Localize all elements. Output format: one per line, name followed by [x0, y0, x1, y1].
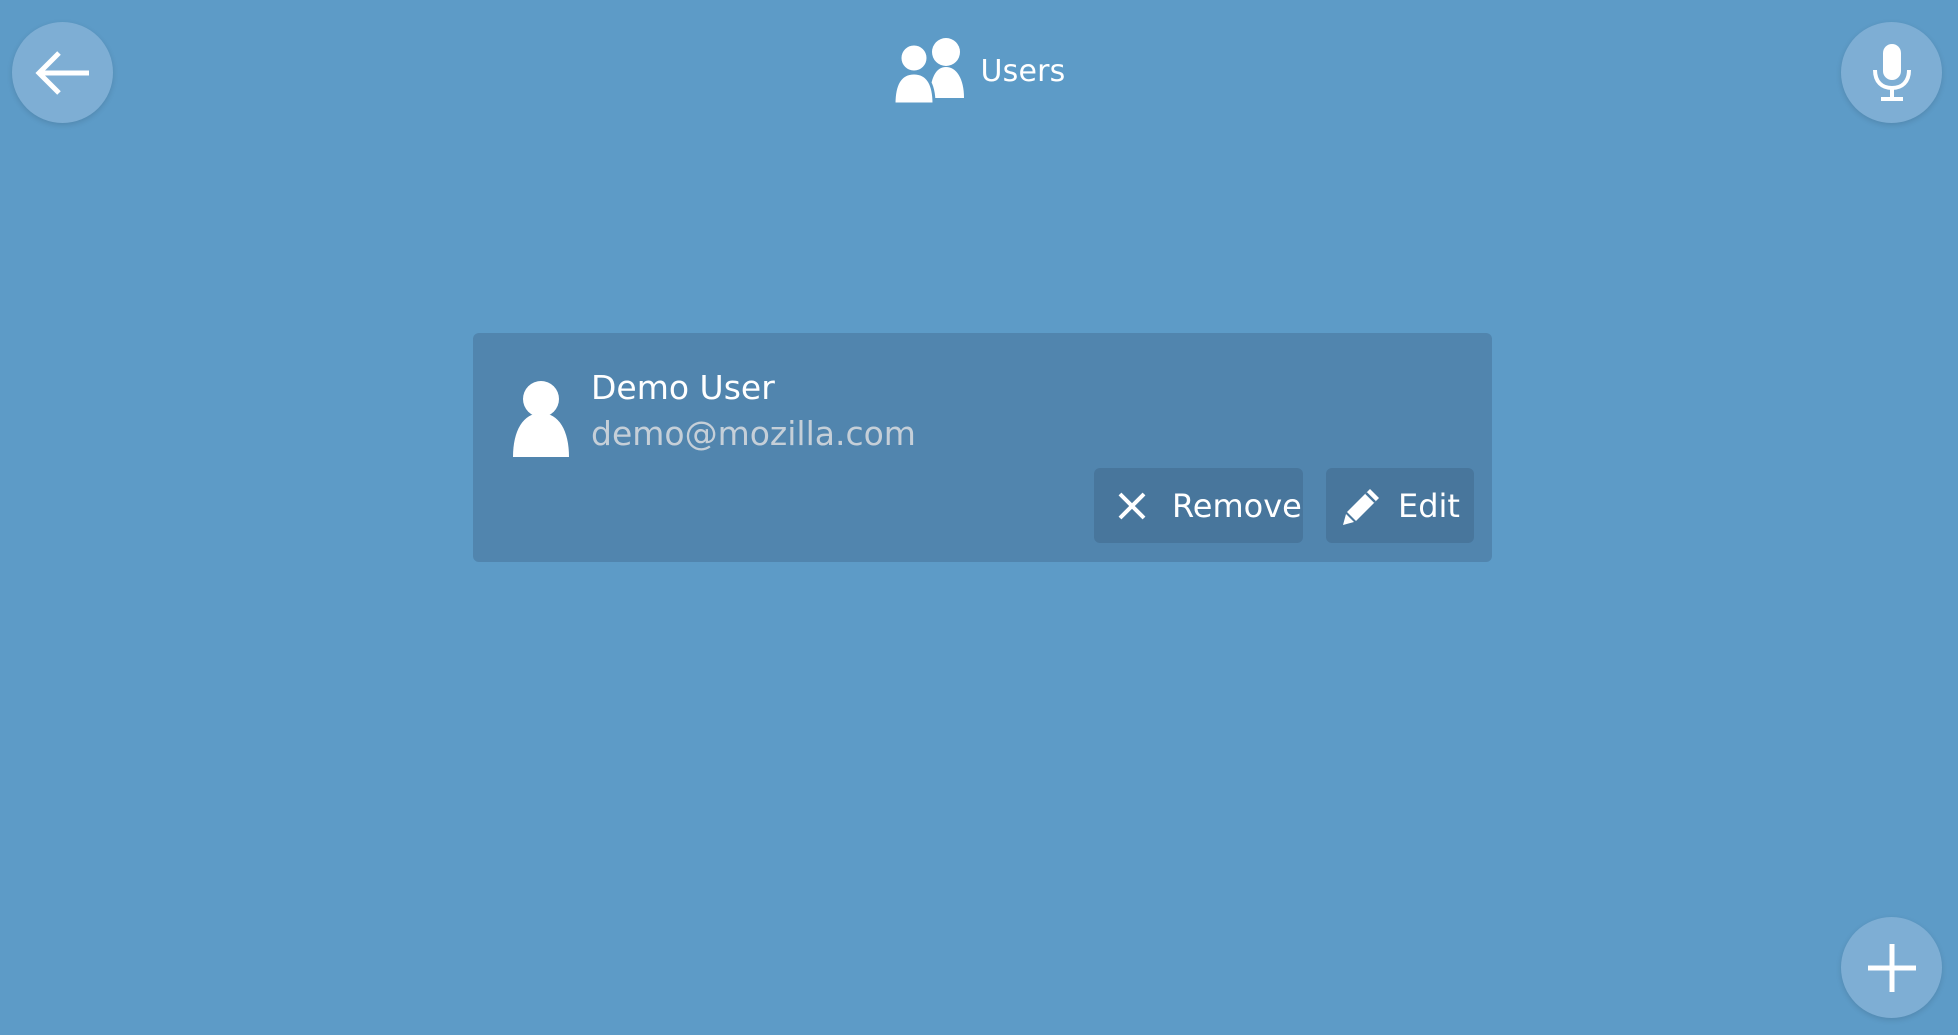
user-card: Demo User demo@mozilla.com Remove Edit	[473, 333, 1492, 562]
user-icon	[513, 381, 569, 457]
user-email: demo@mozilla.com	[591, 414, 916, 453]
edit-user-button[interactable]: Edit	[1326, 468, 1474, 543]
page-title: Users	[980, 53, 1066, 89]
users-page: Users Demo User demo@mozilla.com Remove	[0, 0, 1958, 1035]
pencil-icon	[1343, 488, 1379, 525]
remove-button-label: Remove	[1172, 486, 1302, 525]
plus-icon	[1867, 943, 1916, 992]
voice-button[interactable]	[1841, 22, 1942, 123]
remove-user-button[interactable]: Remove	[1094, 468, 1303, 543]
add-user-button[interactable]	[1841, 917, 1942, 1018]
edit-button-label: Edit	[1398, 486, 1460, 525]
users-icon	[892, 38, 965, 106]
close-icon	[1118, 492, 1146, 519]
microphone-icon	[1872, 43, 1911, 101]
user-name: Demo User	[591, 368, 775, 407]
page-header: Users	[0, 36, 1958, 106]
